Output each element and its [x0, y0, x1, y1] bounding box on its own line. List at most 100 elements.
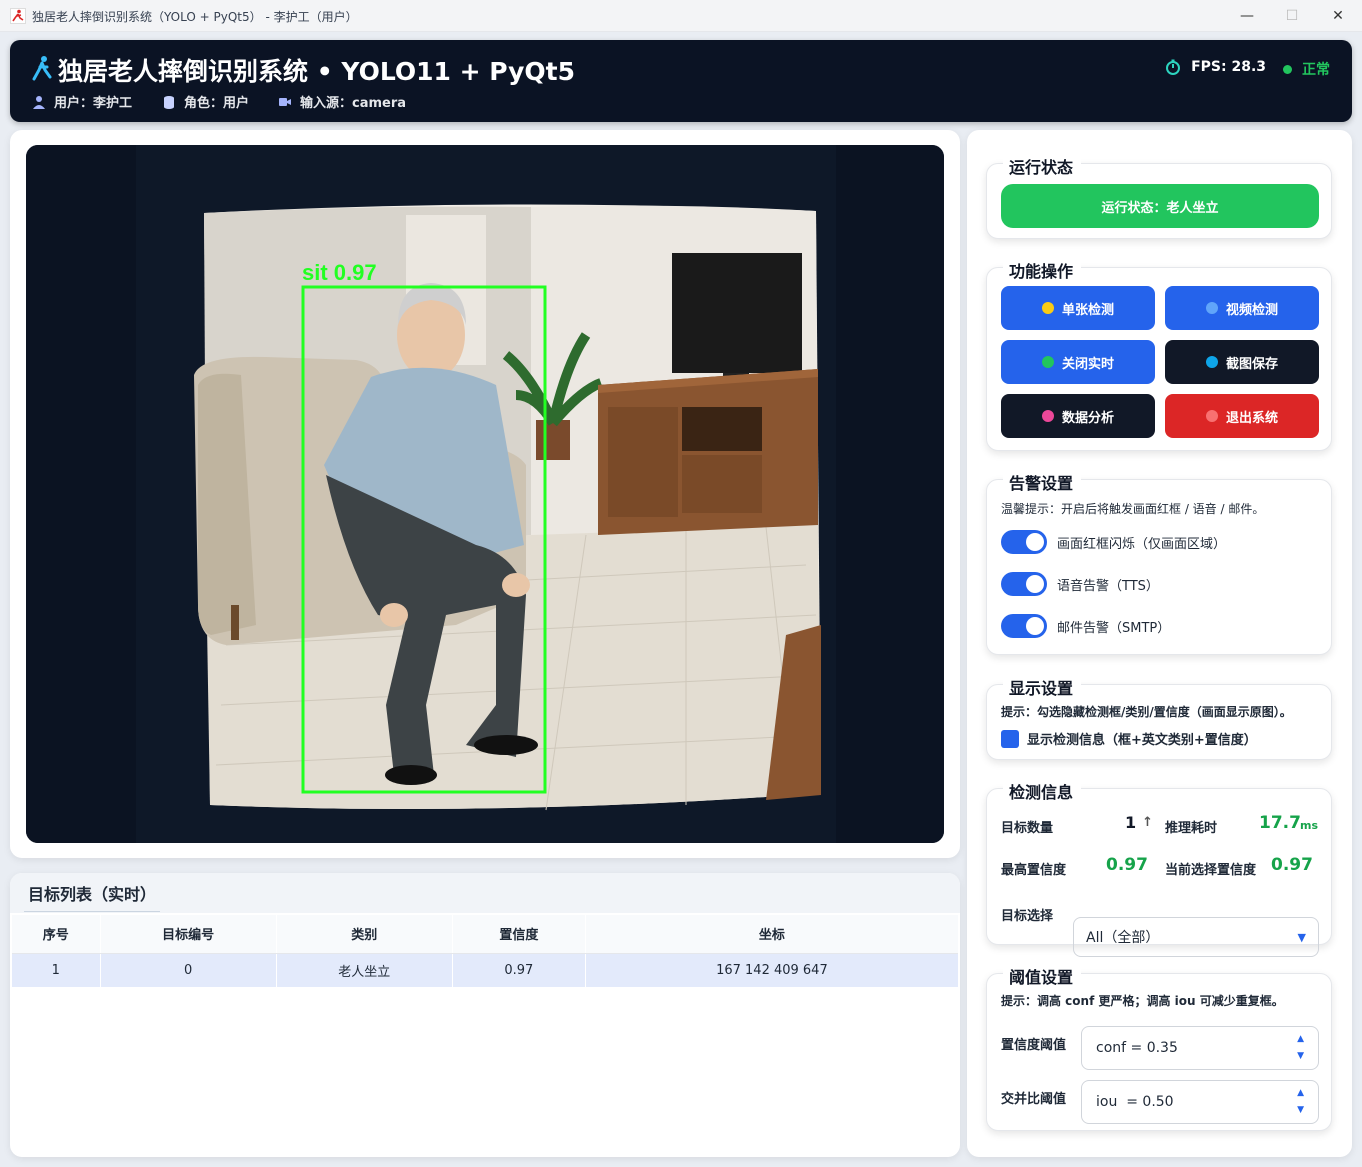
- target-count-label: 目标数量: [1001, 821, 1054, 836]
- source-info: 输入源：camera: [278, 92, 406, 111]
- cyan-dot-icon: [1205, 356, 1218, 368]
- close-realtime-label: 关闭实时: [1061, 356, 1114, 372]
- iou-threshold-value: iou = 0.50: [1096, 1094, 1174, 1110]
- control-panel: 运行状态 运行状态：老人坐立 功能操作 单张检测 视频检测 关闭实时 截图保存 …: [967, 130, 1352, 1157]
- col-class[interactable]: 类别: [275, 915, 453, 954]
- detection-info-group: 检测信息 目标数量 1 ↑ 推理耗时 17.7 ms 最高置信度 0.97 当前…: [986, 779, 1332, 957]
- minimize-button[interactable]: —: [1227, 4, 1267, 28]
- video-display: sit 0.97: [26, 145, 944, 843]
- cell-target-id[interactable]: 0: [99, 953, 277, 987]
- video-panel: sit 0.97: [10, 130, 960, 858]
- system-status: 正常: [1283, 59, 1330, 79]
- functions-title: 功能操作: [1003, 258, 1082, 282]
- target-list-title: 目标列表（实时）: [24, 881, 160, 912]
- green-dot-icon: [1041, 356, 1054, 368]
- max-conf-label: 最高置信度: [1001, 863, 1067, 878]
- database-icon: [164, 95, 174, 109]
- spin-arrows-icon[interactable]: ▲ ▼: [1297, 1089, 1304, 1115]
- detection-info-title: 检测信息: [1003, 779, 1082, 803]
- cur-conf-value: 0.97: [1271, 855, 1313, 875]
- functions-group: 功能操作 单张检测 视频检测 关闭实时 截图保存 数据分析 退出系统: [986, 258, 1332, 451]
- exit-system-label: 退出系统: [1225, 410, 1278, 426]
- source-text: 输入源：camera: [300, 96, 407, 111]
- camera-frame: sit 0.97: [26, 145, 944, 843]
- spin-arrows-icon[interactable]: ▲ ▼: [1297, 1035, 1304, 1061]
- close-button[interactable]: ✕: [1318, 4, 1358, 28]
- col-coords[interactable]: 坐标: [584, 915, 958, 954]
- run-status-title: 运行状态: [1003, 154, 1082, 178]
- video-detect-label: 视频检测: [1225, 302, 1278, 318]
- status-dot-icon: [1283, 64, 1292, 74]
- alarm-hint: 温馨提示：开启后将触发画面红框 / 语音 / 邮件。: [1001, 502, 1265, 516]
- app-icon: [10, 8, 26, 24]
- voice-toggle[interactable]: [1001, 572, 1047, 596]
- dropdown-caret-icon: ▼: [1297, 930, 1306, 944]
- max-conf-value: 0.97: [1106, 855, 1148, 875]
- infer-time-label: 推理耗时: [1165, 821, 1218, 836]
- target-select-label: 目标选择: [1001, 909, 1054, 924]
- conf-threshold-value: conf = 0.35: [1096, 1040, 1178, 1056]
- email-toggle-row[interactable]: 邮件告警（SMTP）: [1001, 614, 1170, 638]
- app-title: 独居老人摔倒识别系统 • YOLO11 + PyQt5: [58, 57, 575, 86]
- single-detect-label: 单张检测: [1061, 302, 1114, 318]
- run-status-group: 运行状态 运行状态：老人坐立: [986, 154, 1332, 239]
- target-count-value: 1: [1125, 813, 1137, 832]
- target-select-dropdown[interactable]: All（全部） ▼: [1073, 917, 1319, 957]
- data-analysis-button[interactable]: 数据分析: [1001, 394, 1155, 438]
- red-box-toggle-row[interactable]: 画面红框闪烁（仅画面区域）: [1001, 530, 1226, 554]
- video-detect-button[interactable]: 视频检测: [1165, 286, 1319, 330]
- stopwatch-icon: [1166, 59, 1181, 75]
- cell-class[interactable]: 老人坐立: [275, 953, 453, 987]
- col-target-id[interactable]: 目标编号: [99, 915, 277, 954]
- user-info: 用户：李护工: [32, 92, 132, 111]
- exit-system-button[interactable]: 退出系统: [1165, 394, 1319, 438]
- window-titlebar: 独居老人摔倒识别系统（YOLO + PyQt5） - 李护工（用户） — ☐ ✕: [0, 0, 1362, 32]
- cell-confidence[interactable]: 0.97: [451, 953, 586, 987]
- conf-threshold-label: 置信度阈值: [1001, 1038, 1067, 1053]
- single-detect-button[interactable]: 单张检测: [1001, 286, 1155, 330]
- voice-toggle-label: 语音告警（TTS）: [1057, 578, 1159, 594]
- red-box-toggle[interactable]: [1001, 530, 1047, 554]
- close-realtime-button[interactable]: 关闭实时: [1001, 340, 1155, 384]
- email-toggle[interactable]: [1001, 614, 1047, 638]
- col-index[interactable]: 序号: [12, 915, 101, 954]
- threshold-hint: 提示：调高 conf 更严格；调高 iou 可减少重复框。: [1001, 994, 1284, 1008]
- infer-time-unit: ms: [1300, 819, 1319, 832]
- threshold-group: 阈值设置 提示：调高 conf 更严格；调高 iou 可减少重复框。 置信度阈值…: [986, 964, 1332, 1131]
- role-text: 角色：用户: [184, 96, 250, 111]
- cell-coords[interactable]: 167 142 409 647: [584, 953, 958, 987]
- display-title: 显示设置: [1003, 675, 1082, 699]
- display-hint: 提示：勾选隐藏检测框/类别/置信度（画面显示原图）。: [1001, 705, 1292, 719]
- table-row[interactable]: 1 0 老人坐立 0.97 167 142 409 647: [12, 953, 958, 987]
- detection-label: sit 0.97: [302, 260, 377, 285]
- threshold-title: 阈值设置: [1003, 964, 1082, 988]
- target-count: 1 ↑: [1125, 813, 1153, 832]
- pink-dot-icon: [1041, 410, 1054, 422]
- window-title: 独居老人摔倒识别系统（YOLO + PyQt5） - 李护工（用户）: [32, 10, 358, 24]
- maximize-button[interactable]: ☐: [1272, 4, 1312, 28]
- target-select-value: All（全部）: [1086, 930, 1160, 946]
- cell-index[interactable]: 1: [12, 953, 101, 987]
- iou-threshold-label: 交并比阈值: [1001, 1092, 1067, 1107]
- voice-toggle-row[interactable]: 语音告警（TTS）: [1001, 572, 1159, 596]
- alarm-title: 告警设置: [1003, 470, 1082, 494]
- show-detection-row[interactable]: 显示检测信息（框+英文类别+置信度）: [1001, 729, 1257, 748]
- user-text: 用户：李护工: [54, 96, 133, 111]
- video-camera-icon: [279, 97, 291, 106]
- col-confidence[interactable]: 置信度: [451, 915, 586, 954]
- target-table: 序号 目标编号 类别 置信度 坐标 1 0 老人坐立 0.97 167 142 …: [12, 915, 958, 987]
- running-person-icon: [32, 56, 52, 81]
- run-status-bar: 运行状态：老人坐立: [1001, 184, 1319, 228]
- fps-text: FPS: 28.3: [1191, 59, 1266, 75]
- show-detection-label: 显示检测信息（框+英文类别+置信度）: [1027, 733, 1257, 748]
- conf-threshold-spinbox[interactable]: conf = 0.35 ▲ ▼: [1081, 1026, 1319, 1070]
- fps-indicator: FPS: 28.3: [1165, 59, 1266, 75]
- show-detection-checkbox[interactable]: [1001, 729, 1019, 748]
- blue-dot-icon: [1205, 302, 1218, 314]
- display-group: 显示设置 提示：勾选隐藏检测框/类别/置信度（画面显示原图）。 显示检测信息（框…: [986, 675, 1332, 760]
- iou-threshold-spinbox[interactable]: iou = 0.50 ▲ ▼: [1081, 1080, 1319, 1124]
- cur-conf-label: 当前选择置信度: [1165, 863, 1257, 878]
- yellow-dot-icon: [1041, 302, 1054, 314]
- screenshot-save-label: 截图保存: [1225, 356, 1278, 372]
- screenshot-save-button[interactable]: 截图保存: [1165, 340, 1319, 384]
